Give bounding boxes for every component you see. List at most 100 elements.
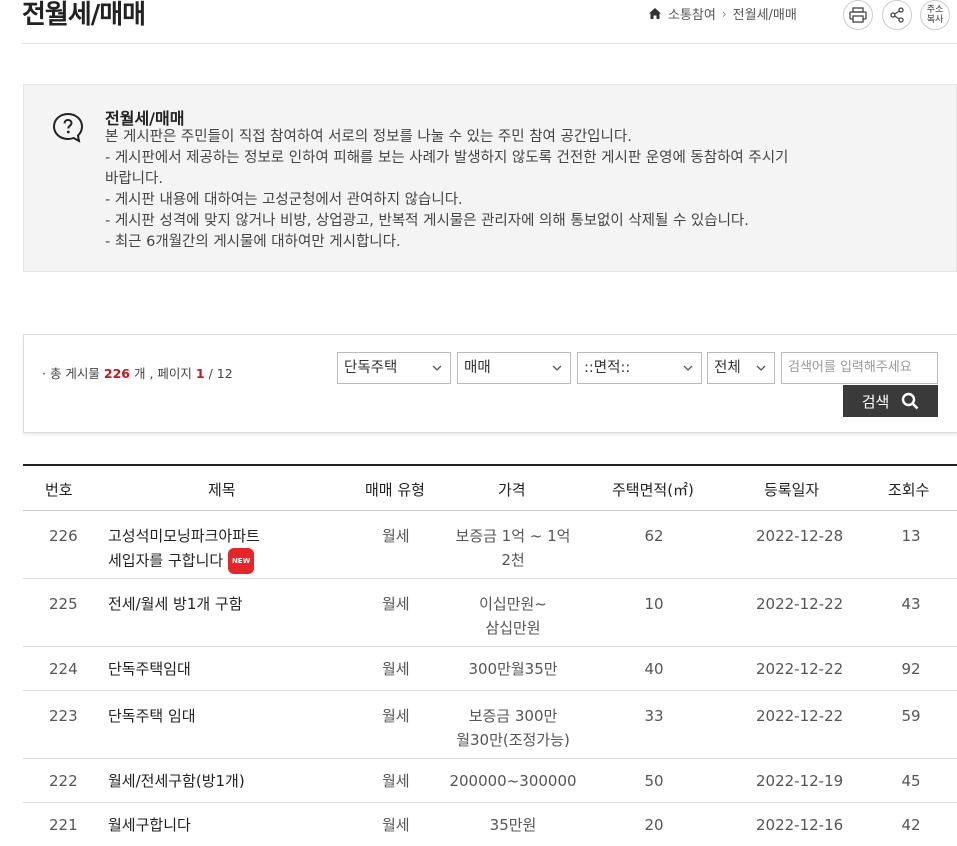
area-select[interactable]: ::면적::	[577, 352, 702, 384]
total-count: 226	[103, 366, 130, 381]
row-price: 보증금 1억 ~ 1억 2천	[438, 524, 588, 572]
table-row[interactable]: 223 단독주택 임대 월세 보증금 300만 월30만(조정가능) 33 202…	[23, 691, 957, 759]
notice-line: 바랍니다.	[105, 171, 163, 187]
row-price: 200000~300000	[449, 772, 577, 790]
notice-text: 본 게시판은 주민들이 직접 참여하여 서로의 정보를 나눌 수 있는 주민 참…	[105, 127, 895, 253]
copy-label-line2: 복사	[926, 15, 944, 25]
col-area: 주택면적(㎡)	[612, 481, 694, 499]
chevron-down-icon	[552, 365, 562, 371]
search-field-value: 전체	[714, 360, 741, 376]
copy-label-line1: 주소	[926, 5, 944, 15]
deal-type-select[interactable]: 매매	[457, 352, 571, 384]
chevron-down-icon	[683, 365, 693, 371]
row-title-link[interactable]: 월세구합니다	[108, 813, 191, 837]
search-field-select[interactable]: 전체	[707, 352, 775, 384]
notice-line: - 게시판에서 제공하는 정보로 인하여 피해를 보는 사례가 발생하지 않도록…	[105, 150, 789, 166]
row-deal-type: 월세	[382, 595, 410, 613]
chevron-down-icon	[756, 365, 766, 371]
breadcrumb: 소통참여 › 전월세/매매	[648, 4, 797, 23]
col-price: 가격	[498, 481, 526, 499]
new-badge: NEW	[227, 548, 255, 574]
row-title-line: 고성석미모닝파크아파트	[108, 527, 260, 545]
row-views: 92	[901, 660, 921, 678]
housing-type-select[interactable]: 단독주택	[337, 352, 451, 384]
row-title-link[interactable]: 단독주택 임대	[108, 704, 196, 728]
table-row[interactable]: 222 월세/전세구함(방1개) 월세 200000~300000 50 202…	[23, 759, 957, 803]
price-line: 삼십만원	[485, 619, 541, 637]
row-date: 2022-12-16	[756, 816, 844, 834]
board-table: 번호 제목 매매 유형 가격 주택면적(㎡) 등록일자 조회수 226 고성석미…	[23, 464, 957, 846]
row-number: 223	[49, 707, 78, 725]
row-title-link[interactable]: 단독주택임대	[108, 657, 191, 681]
row-title-link[interactable]: 월세/전세구함(방1개)	[108, 769, 245, 793]
chevron-down-icon	[432, 365, 442, 371]
row-price: 보증금 300만 월30만(조정가능)	[438, 704, 588, 752]
copy-url-button[interactable]: 주소 복사	[920, 0, 950, 30]
row-views: 45	[901, 772, 921, 790]
row-title-line: 세입자를 구합니다	[108, 551, 224, 570]
area-value: ::면적::	[584, 360, 631, 376]
row-views: 59	[901, 707, 921, 725]
search-button[interactable]: 검색	[843, 385, 938, 417]
printer-icon	[849, 7, 867, 23]
row-deal-type: 월세	[382, 707, 410, 725]
post-count: · 총 게시물 226 개 , 페이지 1 / 12	[42, 363, 233, 382]
notice-box: 전월세/매매 본 게시판은 주민들이 직접 참여하여 서로의 정보를 나눌 수 …	[23, 84, 957, 272]
price-line: 2천	[501, 551, 525, 569]
print-button[interactable]	[843, 0, 873, 30]
row-views: 42	[901, 816, 921, 834]
notice-line: - 최근 6개월간의 게시물에 대하여만 게시합니다.	[105, 234, 401, 250]
row-views: 13	[901, 527, 921, 545]
row-price: 이십만원~ 삼십만원	[438, 592, 588, 640]
row-area: 40	[644, 660, 664, 678]
row-date: 2022-12-22	[756, 707, 844, 725]
share-icon	[890, 7, 904, 23]
row-date: 2022-12-19	[756, 772, 844, 790]
row-area: 62	[644, 527, 664, 545]
table-row[interactable]: 226 고성석미모닝파크아파트세입자를 구합니다 NEW 월세 보증금 1억 ~…	[23, 511, 957, 579]
col-title: 제목	[208, 481, 236, 499]
home-icon[interactable]	[648, 7, 662, 20]
row-number: 225	[49, 595, 78, 613]
count-prefix: · 총 게시물	[42, 366, 100, 381]
row-deal-type: 월세	[382, 772, 410, 790]
search-panel: · 총 게시물 226 개 , 페이지 1 / 12 단독주택 매매 ::면적:…	[23, 334, 957, 433]
price-line: 월30만(조정가능)	[456, 731, 570, 749]
deal-type-value: 매매	[464, 360, 491, 376]
row-date: 2022-12-28	[756, 527, 844, 545]
table-row[interactable]: 224 단독주택임대 월세 300만월35만 40 2022-12-22 92	[23, 647, 957, 691]
col-number: 번호	[45, 481, 73, 499]
row-number: 226	[49, 527, 78, 545]
share-button[interactable]	[882, 0, 912, 30]
page-total: / 12	[208, 366, 233, 381]
row-price: 300만월35만	[468, 660, 558, 678]
col-deal-type: 매매 유형	[365, 481, 425, 499]
col-date: 등록일자	[764, 481, 820, 499]
table-row[interactable]: 225 전세/월세 방1개 구함 월세 이십만원~ 삼십만원 10 2022-12…	[23, 579, 957, 647]
housing-type-value: 단독주택	[344, 360, 398, 376]
row-number: 221	[49, 816, 78, 834]
row-price: 35만원	[489, 816, 537, 834]
row-title-link[interactable]: 전세/월세 방1개 구함	[108, 592, 243, 616]
count-mid: 개 , 페이지	[133, 366, 192, 381]
breadcrumb-item-current[interactable]: 전월세/매매	[733, 4, 797, 23]
col-views: 조회수	[888, 481, 930, 499]
page-title: 전월세/매매	[22, 0, 146, 30]
row-area: 20	[644, 816, 664, 834]
row-title-link[interactable]: 고성석미모닝파크아파트세입자를 구합니다 NEW	[108, 524, 260, 574]
price-line: 보증금 1억 ~ 1억	[455, 527, 571, 545]
row-views: 43	[901, 595, 921, 613]
row-number: 224	[49, 660, 78, 678]
row-deal-type: 월세	[382, 527, 410, 545]
row-date: 2022-12-22	[756, 660, 844, 678]
search-input[interactable]: 검색어를 입력해주세요	[781, 352, 938, 384]
notice-line: 본 게시판은 주민들이 직접 참여하여 서로의 정보를 나눌 수 있는 주민 참…	[105, 129, 632, 145]
row-number: 222	[49, 772, 78, 790]
breadcrumb-item-participation[interactable]: 소통참여	[668, 4, 716, 23]
notice-title: 전월세/매매	[105, 109, 185, 128]
table-header: 번호 제목 매매 유형 가격 주택면적(㎡) 등록일자 조회수	[23, 464, 957, 511]
notice-line: - 게시판 내용에 대하여는 고성군청에서 관여하지 않습니다.	[105, 192, 463, 208]
current-page: 1	[195, 366, 205, 381]
question-icon	[52, 112, 84, 143]
row-area: 33	[644, 707, 664, 725]
